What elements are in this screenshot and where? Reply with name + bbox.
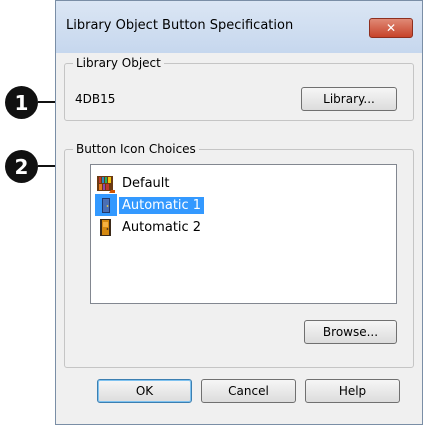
- ok-button[interactable]: OK: [97, 379, 192, 403]
- ok-button-label: OK: [135, 384, 154, 398]
- close-icon: ✕: [385, 21, 397, 35]
- list-item-automatic-2[interactable]: Automatic 2: [95, 216, 204, 238]
- cancel-button-label: Cancel: [228, 384, 269, 398]
- bookshelf-icon: [97, 176, 115, 193]
- list-item-default[interactable]: Default: [95, 172, 173, 194]
- help-button-label: Help: [338, 384, 367, 398]
- callout-2: 2: [5, 150, 38, 183]
- button-icon-choices-group-label: Button Icon Choices: [73, 142, 199, 156]
- list-item-label: Automatic 1: [119, 196, 205, 214]
- list-item-label: Default: [122, 175, 170, 191]
- callout-1: 1: [5, 86, 38, 119]
- dialog-body: Library Object 4DB15 Library... Button I…: [56, 53, 422, 424]
- list-item-label: Automatic 2: [122, 219, 202, 235]
- library-object-button-specification-dialog: Library Object Button Specification ✕ Li…: [55, 0, 423, 425]
- button-icon-choices-group: Button Icon Choices Default Automatic 1 …: [64, 142, 414, 368]
- door-icon: [95, 194, 117, 216]
- door-icon: [100, 219, 111, 236]
- library-object-group-label: Library Object: [73, 56, 164, 70]
- title-bar: Library Object Button Specification ✕: [56, 1, 422, 54]
- icon-choices-list[interactable]: Default Automatic 1 Automatic 2: [90, 164, 397, 304]
- browse-button-label: Browse...: [322, 325, 379, 339]
- library-button[interactable]: Library...: [301, 87, 397, 111]
- library-button-label: Library...: [323, 92, 375, 106]
- library-object-value: 4DB15: [75, 92, 116, 106]
- list-item-automatic-1[interactable]: Automatic 1: [95, 194, 205, 216]
- close-button[interactable]: ✕: [369, 18, 413, 38]
- library-object-group: Library Object 4DB15 Library...: [64, 56, 414, 121]
- browse-button[interactable]: Browse...: [304, 320, 397, 344]
- help-button[interactable]: Help: [305, 379, 400, 403]
- dialog-title: Library Object Button Specification: [66, 18, 294, 33]
- cancel-button[interactable]: Cancel: [201, 379, 296, 403]
